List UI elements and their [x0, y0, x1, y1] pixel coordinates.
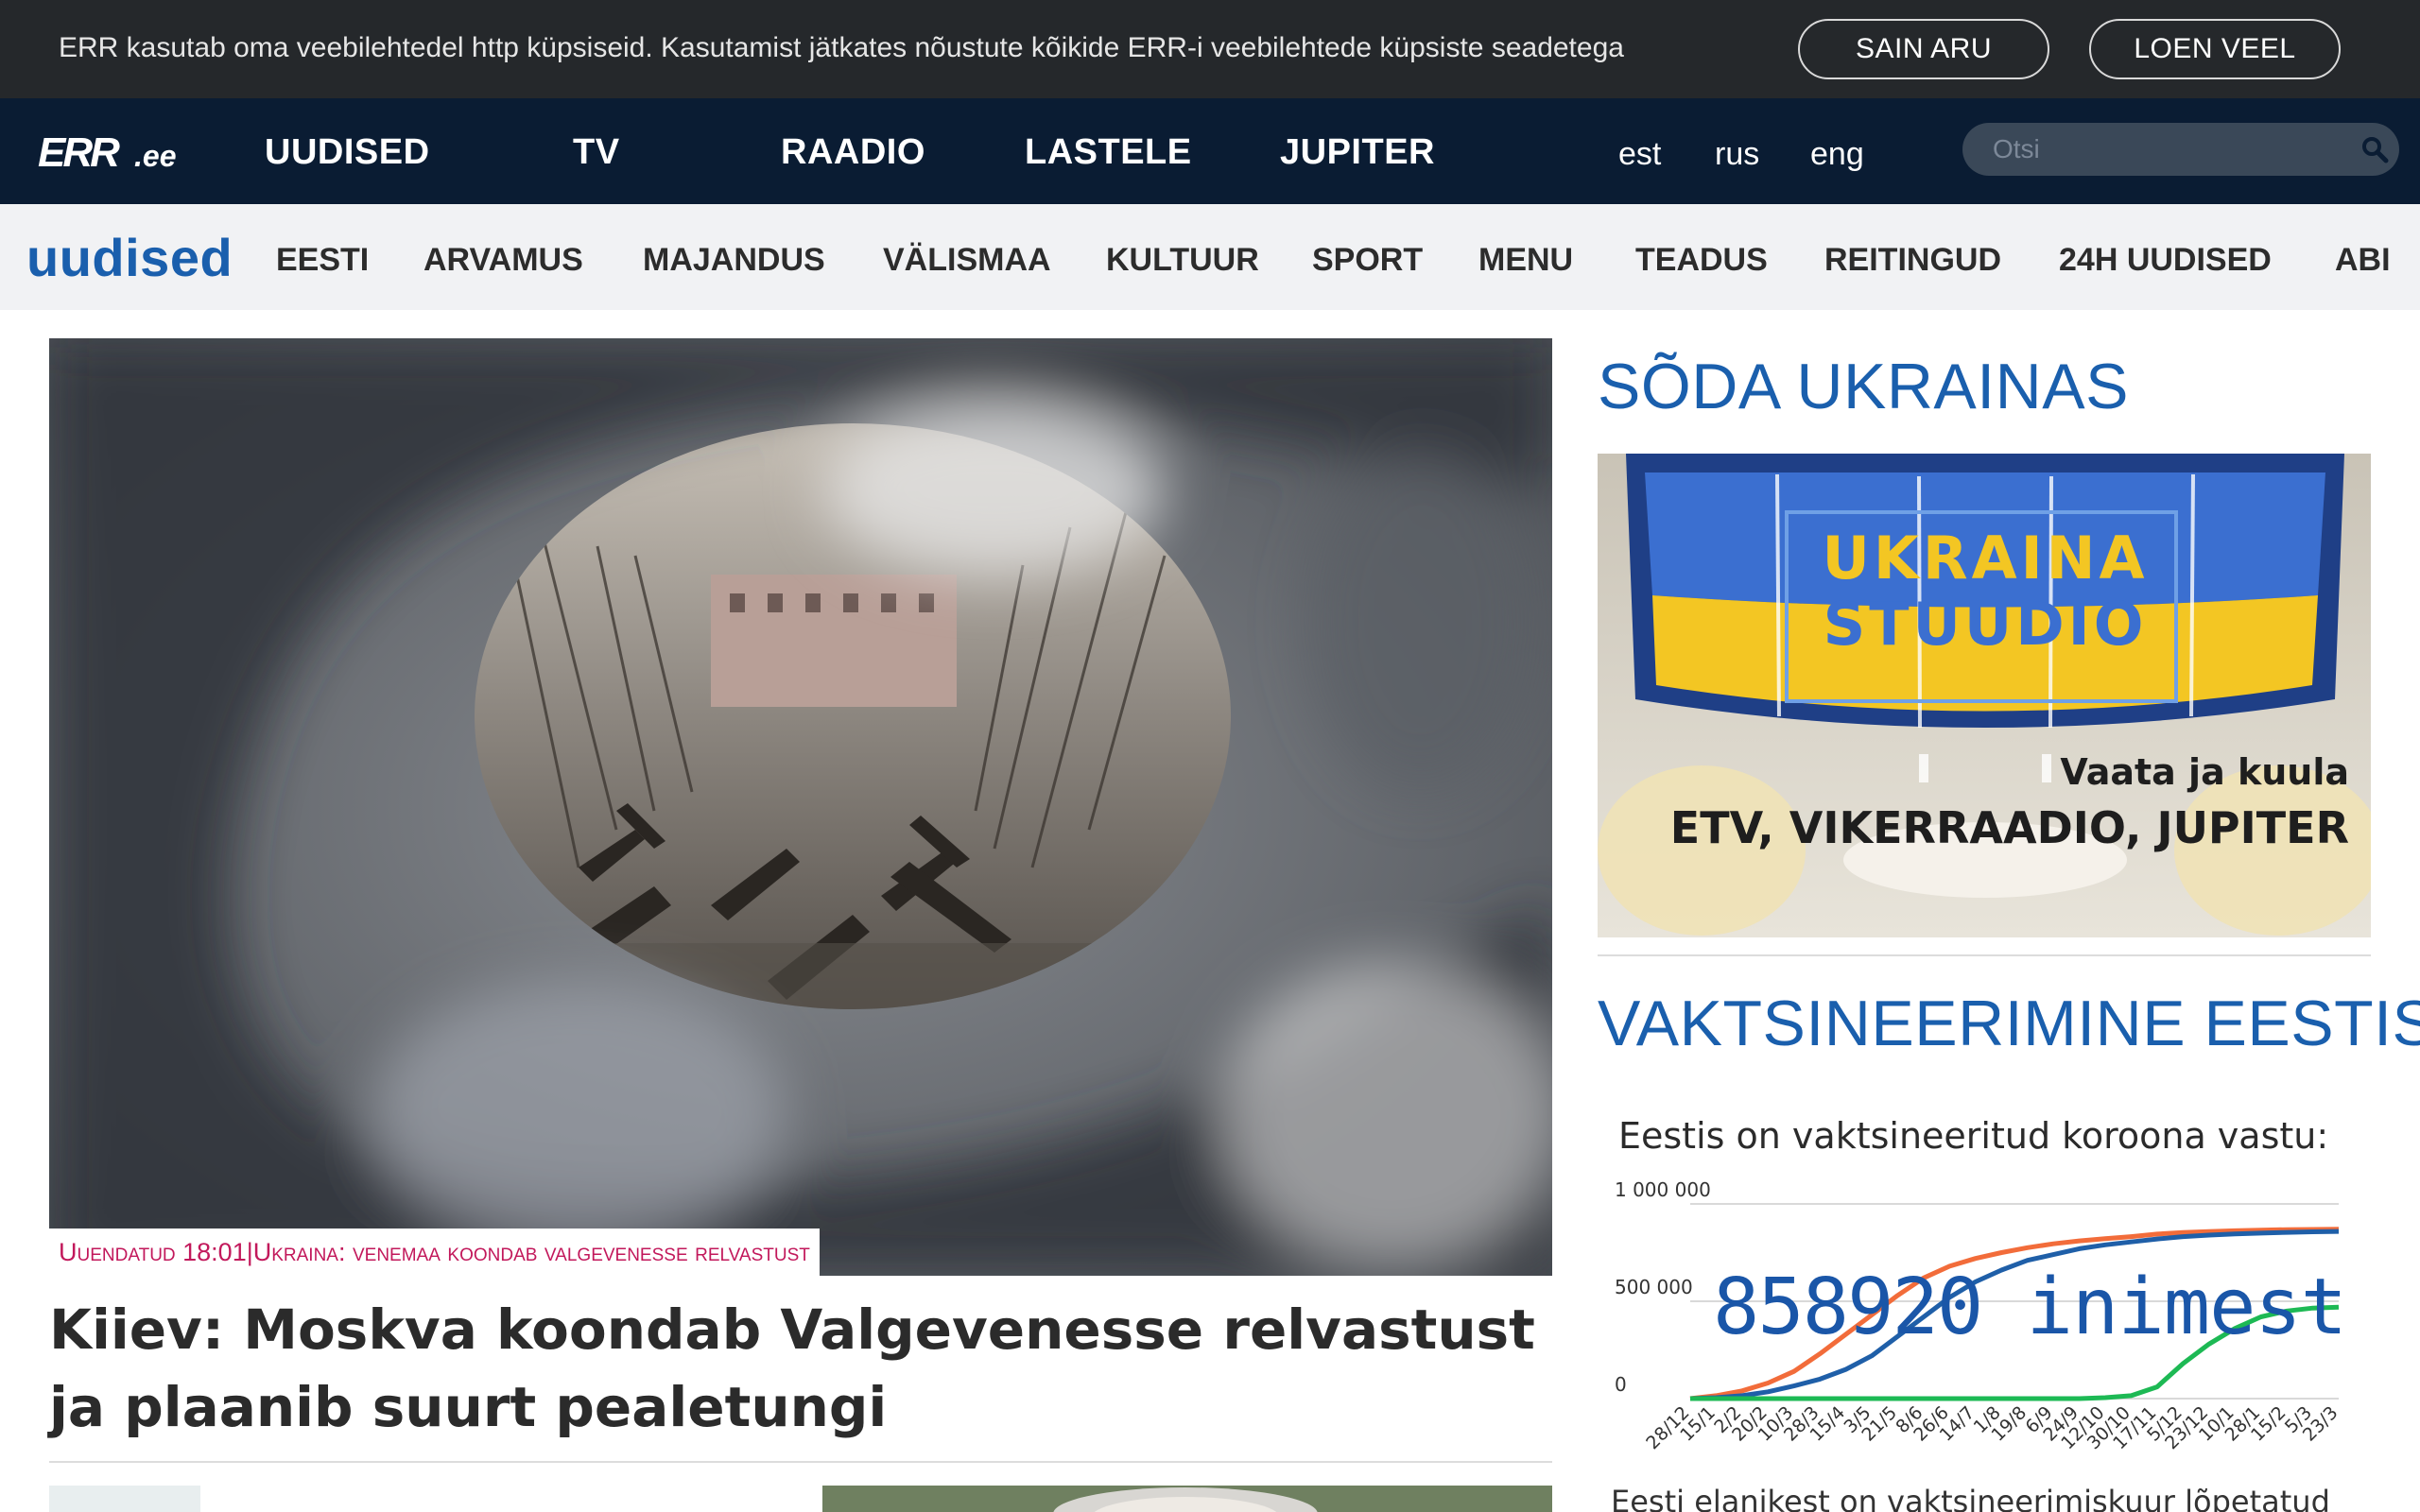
- article-thumbnail[interactable]: [49, 1486, 200, 1512]
- promo-logo-line2: STUUDIO: [1824, 590, 2148, 659]
- cookie-text: ERR kasutab oma veebilehtedel http küpsi…: [59, 32, 1624, 63]
- vaccination-widget[interactable]: Eestis on vaktsineeritud koroona vastu: …: [1598, 1096, 2371, 1512]
- tag-updated: Uuendatud 18:01: [59, 1237, 247, 1266]
- promo-subtitle: Vaata ja kuula: [2060, 751, 2349, 793]
- sidebar-divider: [1598, 954, 2371, 956]
- err-logo[interactable]: ERR .ee: [38, 132, 189, 172]
- chart-y-tick-label: 500 000: [1615, 1276, 1693, 1298]
- ukraina-stuudio-promo[interactable]: UKRAINA STUUDIO Vaata ja kuula ETV, VIKE…: [1598, 454, 2371, 937]
- search-icon[interactable]: [2360, 134, 2390, 164]
- vaccination-count-number: 858920: [1713, 1263, 1983, 1352]
- section-item-eesti[interactable]: EESTI: [276, 242, 369, 279]
- chart-y-tick-label: 1 000 000: [1615, 1178, 1711, 1201]
- section-item-sport[interactable]: SPORT: [1312, 242, 1423, 279]
- logo-text: ERR: [38, 132, 120, 172]
- lang-rus[interactable]: rus: [1715, 136, 1759, 173]
- vaccination-section-title[interactable]: VAKTSINEERIMINE EESTIS: [1598, 987, 2420, 1060]
- vaccination-caption: Eestis on vaktsineeritud koroona vastu:: [1618, 1115, 2329, 1157]
- section-item-abi[interactable]: ABI: [2335, 242, 2391, 279]
- nav-uudised[interactable]: UUDISED: [265, 132, 430, 173]
- section-item-majandus[interactable]: MAJANDUS: [643, 242, 825, 279]
- cookie-bar: ERR kasutab oma veebilehtedel http küpsi…: [0, 0, 2420, 98]
- search-box: [1962, 123, 2399, 176]
- nav-jupiter[interactable]: JUPITER: [1280, 132, 1435, 173]
- tag-topic: Ukraina: venemaa koondab valgevenesse re…: [252, 1237, 810, 1266]
- nav-raadio[interactable]: RAADIO: [781, 132, 925, 173]
- promo-logo-line1: UKRAINA: [1822, 524, 2148, 593]
- logo-suffix: .ee: [134, 139, 176, 172]
- section-item-valismaa[interactable]: VÄLISMAA: [883, 242, 1051, 279]
- nav-tv[interactable]: TV: [573, 132, 620, 173]
- section-navigation: uudised EESTI ARVAMUS MAJANDUS VÄLISMAA …: [0, 204, 2420, 310]
- tag-separator: |: [246, 1237, 253, 1266]
- lead-article-tag[interactable]: Uuendatud 18:01 | Ukraina: venemaa koond…: [49, 1228, 820, 1276]
- vaccination-footer: Eesti elanikest on vaktsineerimiskuur lõ…: [1611, 1484, 2330, 1512]
- vaccination-count: 858920 inimest: [1713, 1263, 2348, 1352]
- promo-channels: ETV, VIKERRAADIO, JUPITER: [1670, 802, 2349, 853]
- article-divider: [49, 1461, 1552, 1463]
- section-brand[interactable]: uudised: [26, 227, 233, 288]
- section-item-teadus[interactable]: TEADUS: [1635, 242, 1768, 279]
- section-item-menu[interactable]: MENU: [1478, 242, 1573, 279]
- lead-article-title[interactable]: Kiiev: Moskva koondab Valgevenesse relva…: [49, 1291, 1552, 1446]
- cookie-read-more-button[interactable]: LOEN VEEL: [2089, 19, 2341, 79]
- section-item-arvamus[interactable]: ARVAMUS: [424, 242, 583, 279]
- vaccination-count-unit: inimest: [2026, 1263, 2348, 1352]
- search-input[interactable]: [1993, 130, 2333, 168]
- section-item-24h-uudised[interactable]: 24H UUDISED: [2059, 242, 2272, 279]
- section-item-kultuur[interactable]: KULTUUR: [1106, 242, 1259, 279]
- chart-y-tick-label: 0: [1615, 1373, 1627, 1396]
- section-item-reitingud[interactable]: REITINGUD: [1824, 242, 2001, 279]
- article-thumbnail-image[interactable]: [822, 1486, 1552, 1512]
- cookie-accept-button[interactable]: SAIN ARU: [1798, 19, 2049, 79]
- nav-lastele[interactable]: LASTELE: [1025, 132, 1192, 173]
- war-section-title[interactable]: SÕDA UKRAINAS: [1598, 350, 2129, 423]
- main-navigation: ERR .ee UUDISED TV RAADIO LASTELE JUPITE…: [0, 98, 2420, 204]
- lead-article-image[interactable]: [49, 338, 1552, 1276]
- lang-est[interactable]: est: [1618, 136, 1661, 173]
- lang-eng[interactable]: eng: [1810, 136, 1864, 173]
